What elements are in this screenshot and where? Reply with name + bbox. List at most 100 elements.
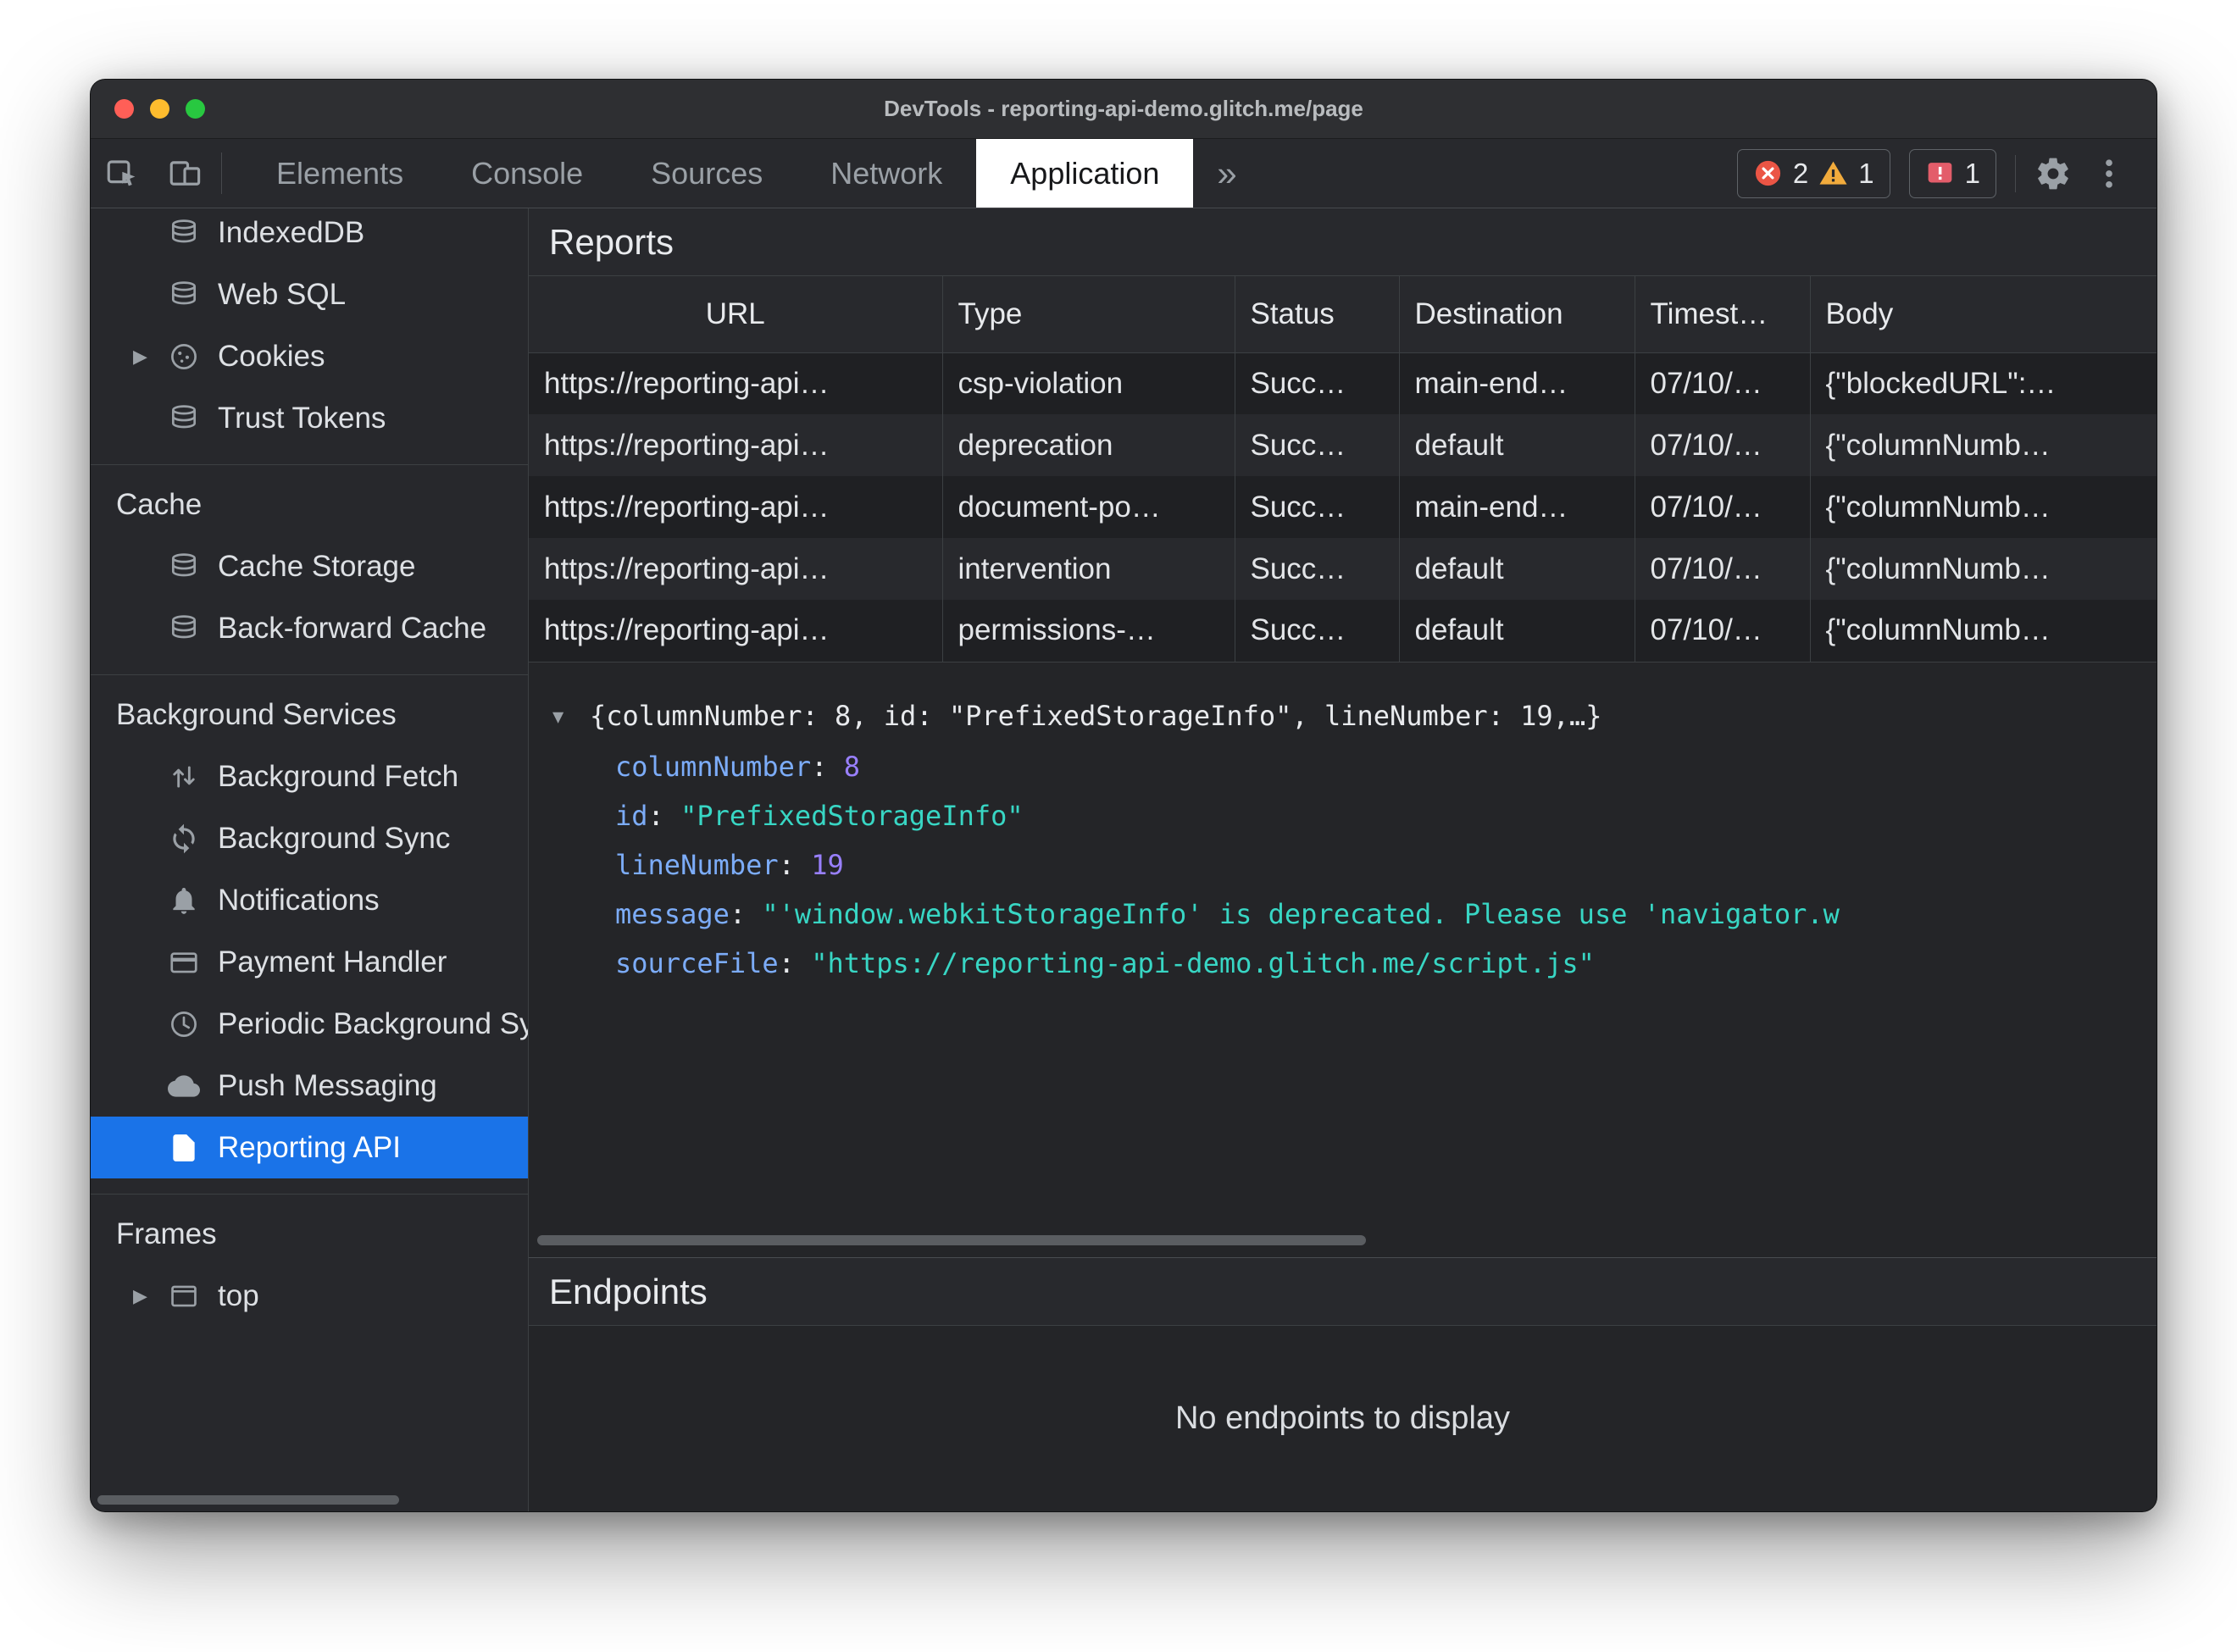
issues-badge[interactable]: 1 (1908, 148, 1996, 198)
warning-count: 1 (1858, 157, 1874, 189)
column-header-type[interactable]: Type (942, 276, 1235, 353)
tab-elements[interactable]: Elements (242, 139, 437, 208)
report-body: {"columnNumb… (1825, 552, 2051, 585)
sidebar-item-cookies[interactable]: ▶ Cookies (91, 325, 528, 387)
json-key: message (615, 897, 730, 930)
json-value: "PrefixedStorageInfo" (680, 799, 1024, 832)
sidebar-item-reporting-api[interactable]: Reporting API (91, 1117, 528, 1178)
console-status-badges[interactable]: 2 1 (1736, 148, 1890, 198)
chevron-right-icon[interactable]: ▶ (133, 1285, 167, 1307)
device-toolbar-icon (167, 156, 203, 191)
json-key: id (615, 799, 648, 832)
document-icon (167, 1131, 201, 1165)
report-type: permissions-… (942, 600, 1235, 662)
report-destination: default (1399, 414, 1635, 476)
inspect-element-button[interactable] (91, 139, 153, 208)
database-icon (167, 550, 201, 584)
clock-icon (167, 1007, 201, 1041)
json-summary-text[interactable]: {columnNumber: 8, id: "PrefixedStorageIn… (590, 700, 1601, 732)
tab-network[interactable]: Network (797, 139, 976, 208)
column-header-url[interactable]: URL (529, 276, 943, 353)
chevron-right-icon[interactable]: ▶ (133, 346, 167, 368)
sidebar-item-background-fetch[interactable]: Background Fetch (91, 746, 528, 807)
devtools-content: IndexedDB Web SQL ▶ Cookies Trust Tokens… (91, 208, 2157, 1511)
database-icon (167, 216, 201, 250)
sidebar-item-notifications[interactable]: Notifications (91, 869, 528, 931)
titlebar[interactable]: DevTools - reporting-api-demo.glitch.me/… (91, 80, 2157, 139)
tab-console[interactable]: Console (437, 139, 617, 208)
sidebar-item-background-sync[interactable]: Background Sync (91, 807, 528, 869)
tab-sources[interactable]: Sources (617, 139, 797, 208)
report-url: https://reporting-api… (529, 414, 943, 476)
sidebar-item-label: Periodic Background Sync (218, 1006, 528, 1040)
report-destination: default (1399, 600, 1635, 662)
sidebar-item-periodic-background-sync[interactable]: Periodic Background Sync (91, 993, 528, 1055)
report-timestamp: 07/10/… (1635, 538, 1811, 600)
toolbar-divider (221, 152, 222, 194)
sidebar-horizontal-scrollbar[interactable] (97, 1495, 399, 1505)
frames-section: Frames ▶ top (91, 1194, 528, 1327)
warning-icon (1818, 158, 1848, 188)
sidebar-item-push-messaging[interactable]: Push Messaging (91, 1055, 528, 1117)
report-row[interactable]: https://reporting-api… document-po… Succ… (529, 476, 2157, 538)
main-menu-button[interactable] (2090, 155, 2128, 192)
report-body: {"columnNumb… (1825, 613, 2051, 647)
settings-button[interactable] (2034, 155, 2072, 192)
collapse-toggle-icon[interactable]: ▼ (552, 693, 590, 742)
report-body: {"columnNumb… (1825, 428, 2051, 462)
report-status: Succ… (1235, 538, 1400, 600)
report-type: deprecation (942, 414, 1235, 476)
sidebar-item-label: top (218, 1278, 259, 1312)
endpoints-section: Endpoints No endpoints to display (529, 1257, 2157, 1511)
report-status: Succ… (1235, 414, 1400, 476)
section-title-background-services: Background Services (116, 697, 397, 731)
background-sync-icon (167, 822, 201, 856)
sidebar-item-trust-tokens[interactable]: Trust Tokens (91, 387, 528, 449)
report-url: https://reporting-api… (529, 352, 943, 414)
sidebar-item-web-sql[interactable]: Web SQL (91, 263, 528, 325)
frame-icon (167, 1279, 201, 1313)
sidebar-item-payment-handler[interactable]: Payment Handler (91, 931, 528, 993)
section-title-cache: Cache (116, 487, 203, 521)
json-key: sourceFile (615, 946, 779, 979)
column-header-destination[interactable]: Destination (1399, 276, 1635, 353)
sidebar-item-cache-storage[interactable]: Cache Storage (91, 535, 528, 597)
report-row[interactable]: https://reporting-api… csp-violation Suc… (529, 352, 2157, 414)
json-property: columnNumber: 8 (615, 750, 860, 783)
report-status: Succ… (1235, 476, 1400, 538)
column-header-status[interactable]: Status (1235, 276, 1400, 353)
report-body: {"blockedURL":… (1825, 366, 2057, 400)
report-timestamp: 07/10/… (1635, 476, 1811, 538)
toggle-device-toolbar-button[interactable] (153, 139, 216, 208)
sidebar-item-label: IndexedDB (218, 215, 365, 249)
report-row[interactable]: https://reporting-api… deprecation Succ…… (529, 414, 2157, 476)
report-destination: main-end… (1399, 476, 1635, 538)
report-timestamp: 07/10/… (1635, 600, 1811, 662)
sidebar-item-indexeddb[interactable]: IndexedDB (91, 208, 528, 263)
cache-section: Cache Cache Storage Back-forward Cache (91, 464, 528, 659)
report-row[interactable]: https://reporting-api… permissions-… Suc… (529, 600, 2157, 662)
report-url: https://reporting-api… (529, 476, 943, 538)
bell-icon (167, 884, 201, 917)
json-key: lineNumber (615, 848, 779, 881)
sidebar-item-top-frame[interactable]: ▶ top (91, 1265, 528, 1327)
report-destination: main-end… (1399, 352, 1635, 414)
json-property: id: "PrefixedStorageInfo" (615, 799, 1024, 832)
reports-horizontal-scrollbar[interactable] (537, 1235, 1366, 1245)
reports-table-header-row: URL Type Status Destination Timest… Body (529, 276, 2157, 353)
column-header-body[interactable]: Body (1810, 276, 2157, 353)
json-value: 19 (811, 848, 844, 881)
reports-table: URL Type Status Destination Timest… Body… (529, 276, 2157, 662)
column-header-timestamp[interactable]: Timest… (1635, 276, 1811, 353)
sidebar-item-label: Payment Handler (218, 945, 447, 978)
three-dots-icon (2090, 155, 2128, 192)
report-row[interactable]: https://reporting-api… intervention Succ… (529, 538, 2157, 600)
tab-application[interactable]: Application (976, 139, 1194, 208)
reports-section: Reports URL Type Status Destination Time… (529, 208, 2157, 1257)
sidebar-item-back-forward-cache[interactable]: Back-forward Cache (91, 597, 528, 659)
toolbar-right: 2 1 1 (1736, 139, 2157, 208)
window-title: DevTools - reporting-api-demo.glitch.me/… (884, 96, 1363, 121)
more-tabs-button[interactable]: » (1193, 139, 1260, 208)
report-type: intervention (942, 538, 1235, 600)
report-timestamp: 07/10/… (1635, 352, 1811, 414)
